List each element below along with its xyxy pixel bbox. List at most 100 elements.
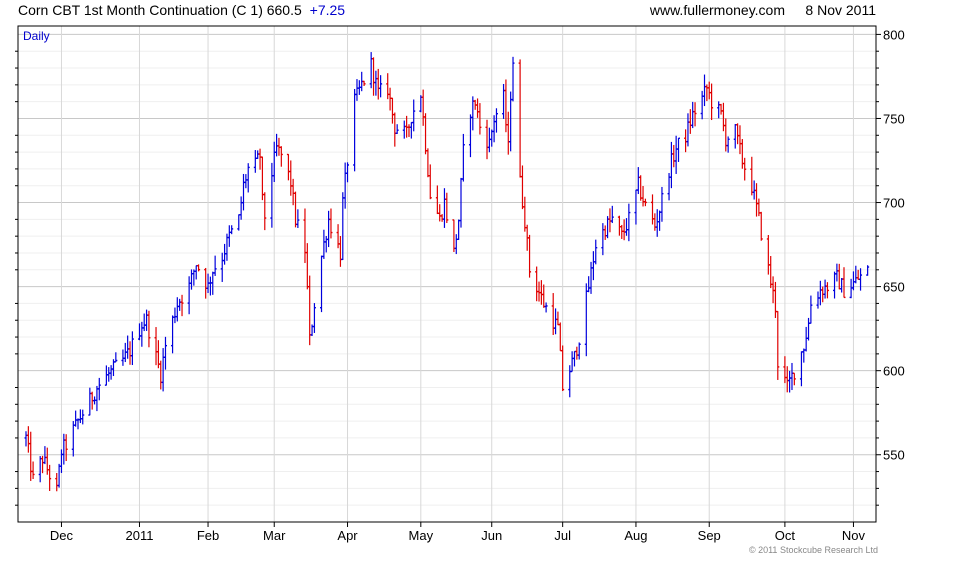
ohlc-bar [674,135,678,174]
ohlc-bar [691,101,695,129]
ohlc-bar [220,252,224,282]
ohlc-bar [95,385,99,412]
ohlc-bar [38,456,42,483]
x-tick-label: Nov [842,528,866,543]
ohlc-bar [395,124,399,135]
ohlc-bar [26,426,30,453]
ohlc-bar [792,372,796,386]
ohlc-bar [740,139,744,169]
ohlc-bar [528,234,532,278]
ohlc-bar [511,56,515,102]
ohlc-bar [442,188,446,228]
x-tick-label: Dec [50,528,74,543]
y-tick-label: 750 [883,111,905,126]
ohlc-bar [270,162,274,228]
ohlc-bar [717,101,721,119]
instrument-label: Corn CBT 1st Month Continuation (C 1) 66… [18,2,302,18]
ohlc-bar [771,276,775,304]
ohlc-bar [809,295,813,324]
ohlc-bar [71,421,75,457]
grid-layer [18,26,876,523]
x-tick-label: Mar [263,528,286,543]
y-tick-label: 550 [883,448,905,463]
ohlc-bar [230,225,234,235]
ohlc-bar [294,191,298,228]
date-label: 8 Nov 2011 [805,2,876,18]
y-tick-label: 800 [883,27,905,42]
ohlc-bar [180,294,184,317]
ohlc-bar [859,268,863,291]
ohlc-bar [24,431,28,447]
ohlc-bar [554,308,558,335]
ohlc-bar [492,115,496,143]
ohlc-bar [163,336,167,370]
ohlc-bar [539,280,543,305]
ohlc-bar [799,351,803,387]
ohlc-bar [575,346,579,360]
ohlc-bar [435,185,439,215]
ohlc-bar [608,208,612,233]
ohlc-bar [57,463,61,488]
ohlc-bar [594,239,598,265]
ohlc-bar [816,291,820,309]
ohlc-bar [372,57,376,96]
ohlc-bar [639,175,643,201]
ohlc-bar [658,210,662,231]
ohlc-bar [171,315,175,354]
ohlc-bar [426,148,430,178]
ohlc-bar [622,219,626,241]
ohlc-bar [324,235,328,253]
ohlc-bar [733,124,737,149]
ohlc-bar [587,276,591,293]
x-tick-label: Feb [197,528,219,543]
ohlc-bar [837,263,841,290]
ohlc-bar [97,377,101,401]
ohlc-bar [393,112,397,147]
ohlc-bar [833,271,837,299]
ohlc-bar [173,307,177,324]
ohlc-bar [769,256,773,289]
ohlc-bar [866,265,870,276]
ohlc-bar [194,264,198,280]
frequency-label: Daily [23,29,50,43]
ohlc-bar [653,213,657,231]
ohlc-bar [402,120,406,139]
ohlc-bar [738,125,742,155]
ohlc-bar [773,281,777,319]
ohlc-bar [412,99,416,132]
ohlc-bar [239,196,243,220]
ohlc-bar [246,163,250,193]
ohlc-bar [388,87,392,111]
ohlc-bar [296,209,300,228]
ohlc-bar [776,310,780,380]
ohlc-bar [29,431,33,481]
ohlc-bar [856,269,860,281]
ohlc-bar [428,164,432,200]
ohlc-bar [137,323,141,341]
ohlc-bar [577,342,581,360]
x-axis: Dec 2011 Feb Mar Apr May Jun Jul Aug Sep Oct Nov [50,522,866,543]
ohlc-bar [147,310,151,348]
ohlc-bar [788,370,792,393]
ohlc-bar [142,313,146,332]
ohlc-bar [48,464,52,491]
ohlc-bar [627,203,631,242]
ohlc-bar [88,387,92,416]
ohlc-bar [624,218,628,236]
ohlc-bar [755,183,759,217]
website-label: www.fullermoney.com [649,2,785,18]
ohlc-bar [208,276,212,296]
ohlc-bar [107,367,111,382]
ohlc-bar [835,263,839,282]
ohlc-bar [161,348,165,392]
ohlc-bar [289,160,293,196]
x-tick-label: Jul [554,528,571,543]
ohlc-bar [409,121,413,139]
ohlc-bar [660,186,664,222]
plot-frame [17,25,877,523]
ohlc-bar [386,73,390,100]
ohlc-bar [109,365,113,380]
ohlc-bar [851,271,855,291]
ohlc-bar [750,156,754,196]
ohlc-bar [766,234,770,275]
